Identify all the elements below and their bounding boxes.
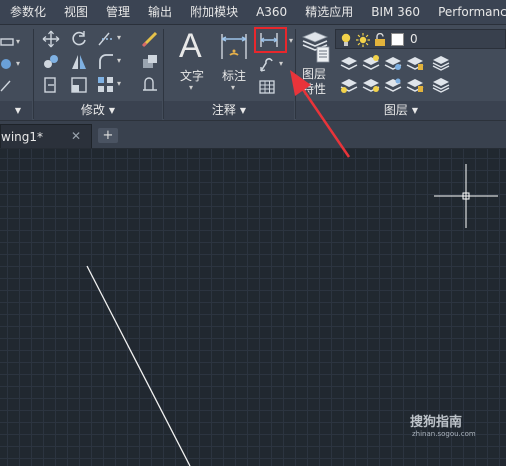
watermark-sub: zhinan.sogou.com	[412, 430, 476, 438]
watermark: 搜狗指南 zhinan.sogou.com	[410, 411, 476, 438]
annotation-arrow	[290, 70, 351, 158]
watermark-main: 搜狗指南	[410, 415, 463, 430]
